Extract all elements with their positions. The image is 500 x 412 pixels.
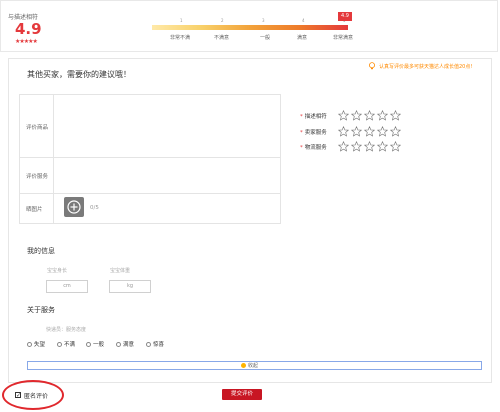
anonymous-label: 匿名评价 (24, 393, 49, 400)
star-icon[interactable] (351, 110, 362, 121)
rating-row-seller: * 卖家服务 (300, 130, 327, 136)
radio-option[interactable]: 一般 (86, 340, 104, 348)
radio-icon (86, 341, 91, 347)
scale-label: 满意 (297, 35, 308, 41)
star-icon[interactable] (377, 126, 388, 137)
scale-label: 非常满意 (333, 35, 354, 41)
rating-row-logistics: * 物流服务 (300, 145, 327, 151)
star-icon[interactable] (351, 126, 362, 137)
collapse-label: 收起 (248, 363, 259, 369)
add-photo-button[interactable] (64, 197, 84, 217)
scale-tick: 4 (302, 18, 305, 23)
radio-option[interactable]: 不满 (57, 340, 75, 348)
table-row-divider (20, 193, 280, 194)
photo-count: 0/5 (90, 205, 99, 211)
star-icon[interactable] (377, 141, 388, 152)
scale-label: 不满意 (214, 35, 230, 41)
star-icon[interactable] (364, 126, 375, 137)
scale-label: 非常不满 (170, 35, 191, 41)
star-icon[interactable] (338, 141, 349, 152)
tip-bulb-icon (369, 62, 375, 70)
rating-label: 卖家服务 (304, 130, 327, 136)
radio-option[interactable]: 满意 (116, 340, 134, 348)
star-icon[interactable] (364, 141, 375, 152)
match-stars: ★★★★★ (15, 38, 38, 45)
star-icon[interactable] (390, 141, 401, 152)
rating-label: 物流服务 (304, 145, 327, 151)
row-label-service: 评价服务 (26, 174, 49, 180)
radio-option[interactable]: 失望 (27, 340, 45, 348)
review-form-table: 评价商品 评价服务 晒图片 (19, 94, 281, 224)
panel-title: 其他买家，需要你的建议哦！ (27, 70, 131, 79)
scale-tick: 1 (180, 18, 183, 23)
scale-tick: 2 (221, 18, 224, 23)
service-subtitle: 快递员：服务态度 (46, 327, 87, 333)
star-icon[interactable] (377, 110, 388, 121)
height-label: 宝宝身长 (47, 268, 68, 274)
weight-label: 宝宝体重 (110, 268, 131, 274)
scale-label: 一般 (260, 35, 271, 41)
product-review-textarea[interactable] (54, 95, 280, 157)
submit-button[interactable]: 提交评价 (222, 389, 262, 400)
anonymous-checkbox[interactable]: ✓ (15, 392, 21, 399)
rating-row-description: * 描述相符 (300, 114, 327, 120)
star-icon[interactable] (390, 110, 401, 121)
star-icon[interactable] (364, 110, 375, 121)
radio-icon (146, 341, 151, 347)
radio-option[interactable]: 惊喜 (146, 340, 164, 348)
height-input[interactable]: cm (46, 280, 88, 293)
radio-icon (27, 341, 32, 347)
service-review-textarea[interactable] (54, 158, 280, 193)
scale-tick: 3 (262, 18, 265, 23)
rating-stars-logistics (338, 141, 401, 152)
star-icon[interactable] (338, 110, 349, 121)
rating-label: 描述相符 (304, 114, 327, 120)
star-icon[interactable] (338, 126, 349, 137)
match-score: 4.9 (15, 20, 42, 38)
star-icon[interactable] (351, 141, 362, 152)
current-score-flag: 4.9 (338, 12, 352, 21)
collapse-icon (241, 363, 246, 368)
radio-icon (57, 341, 62, 347)
plus-circle-icon (67, 200, 81, 214)
score-scale-bar (152, 25, 348, 30)
row-label-photos: 晒图片 (26, 207, 43, 213)
tip-text: 认真写评价最多可获天猫达人成长值20点! (379, 64, 473, 70)
row-label-product: 评价商品 (26, 125, 49, 131)
my-info-title: 我的信息 (27, 247, 55, 255)
rating-stars-description (338, 110, 401, 121)
service-title: 关于服务 (27, 306, 55, 314)
radio-icon (116, 341, 121, 347)
weight-input[interactable]: kg (109, 280, 151, 293)
rating-stars-seller (338, 126, 401, 137)
star-icon[interactable] (390, 126, 401, 137)
